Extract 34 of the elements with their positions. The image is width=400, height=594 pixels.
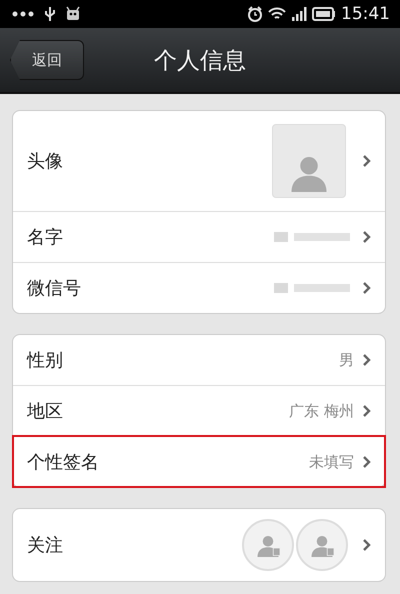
- usb-icon: [44, 6, 56, 22]
- chevron-icon: [362, 404, 371, 418]
- settings-row[interactable]: 地区 广东 梅州: [13, 385, 385, 436]
- chevron-icon: [362, 353, 371, 367]
- chevron-icon: [362, 455, 371, 469]
- row-label: 地区: [27, 400, 63, 423]
- settings-row[interactable]: 个性签名 未填写: [13, 436, 385, 487]
- more-icon: [12, 11, 34, 17]
- alarm-icon: [247, 6, 263, 22]
- wifi-icon: [268, 7, 286, 21]
- clock-time: 15:41: [341, 4, 390, 24]
- settings-row[interactable]: 名字: [13, 211, 385, 262]
- row-value: 男: [339, 350, 354, 370]
- chevron-icon: [362, 230, 371, 244]
- chevron-icon: [362, 538, 371, 552]
- row-label: 微信号: [27, 277, 81, 300]
- row-label: 性别: [27, 349, 63, 372]
- row-label: 个性签名: [27, 451, 99, 474]
- settings-row[interactable]: 关注: [13, 509, 385, 581]
- robot-icon: [66, 6, 80, 22]
- page-title: 个人信息: [153, 46, 247, 76]
- settings-row[interactable]: 头像: [13, 111, 385, 211]
- row-label: 头像: [27, 150, 63, 173]
- row-value: 广东 梅州: [289, 402, 354, 420]
- back-button[interactable]: 返回: [10, 40, 84, 80]
- row-label: 关注: [27, 534, 63, 557]
- battery-icon: [312, 7, 336, 21]
- settings-row[interactable]: 性别 男: [13, 335, 385, 385]
- signal-icon: [291, 7, 307, 21]
- row-label: 名字: [27, 226, 63, 249]
- row-value: 未填写: [309, 452, 354, 472]
- chevron-icon: [362, 154, 371, 168]
- settings-row[interactable]: 微信号: [13, 262, 385, 313]
- chevron-icon: [362, 281, 371, 295]
